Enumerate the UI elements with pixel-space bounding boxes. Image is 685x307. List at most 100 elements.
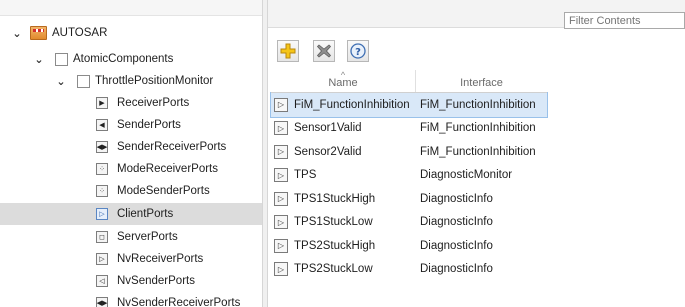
svg-text:?: ?	[355, 47, 361, 58]
tree-item-nvsenderreceiverports[interactable]: ◀▶ NvSenderReceiverPorts	[0, 292, 262, 307]
tree-item-label: NvReceiverPorts	[117, 253, 204, 265]
tree-node-atomic-components[interactable]: ⌄ AtomicComponents	[32, 48, 173, 70]
table-row[interactable]: ▷ FiM_FunctionInhibition FiM_FunctionInhib…	[270, 92, 548, 118]
tree-item-nvreceiverports[interactable]: ▷ NvReceiverPorts	[0, 248, 262, 270]
tree-item-label: NvSenderPorts	[117, 275, 195, 287]
port-interface: DiagnosticInfo	[420, 216, 493, 229]
nv-receiver-port-icon: ▷	[96, 253, 108, 265]
filter-contents-input[interactable]	[564, 12, 685, 29]
tree-node-throttle-position-monitor[interactable]: ⌄ ThrottlePositionMonitor	[54, 70, 213, 92]
table-row[interactable]: ▷ Sensor2Valid FiM_FunctionInhibition	[271, 140, 547, 164]
client-port-icon: ▷	[274, 238, 288, 253]
name-cell[interactable]: ▷ TPS	[271, 168, 416, 183]
interface-cell[interactable]: DiagnosticInfo	[416, 193, 547, 205]
port-name: Sensor2Valid	[294, 145, 362, 158]
server-port-icon: ◻	[96, 231, 108, 243]
name-cell[interactable]: ▷ TPS1StuckLow	[271, 215, 416, 230]
tree-node-autosar[interactable]: ⌄ AUTOSAR	[10, 22, 107, 44]
mode-sender-port-icon: ⁘	[96, 185, 108, 197]
name-cell[interactable]: ▷ TPS2StuckLow	[271, 262, 416, 277]
folder-icon	[55, 52, 68, 66]
column-header-name[interactable]: ^ Name	[271, 70, 416, 92]
port-interface: FiM_FunctionInhibition	[420, 145, 536, 158]
interface-cell[interactable]: FiM_FunctionInhibition	[416, 122, 547, 134]
delete-button[interactable]	[313, 40, 335, 62]
tree-item-label: ClientPorts	[117, 208, 174, 220]
nv-sender-receiver-port-icon: ◀▶	[96, 297, 108, 307]
port-name: FiM_FunctionInhibition	[294, 98, 410, 111]
tree-item-label: SenderReceiverPorts	[117, 141, 227, 153]
tree-item-receiverports[interactable]: ▶ ReceiverPorts	[0, 92, 262, 114]
port-interface: FiM_FunctionInhibition	[420, 122, 536, 135]
sender-port-icon: ◀	[96, 119, 108, 131]
table-row[interactable]: ▷ TPS1StuckHigh DiagnosticInfo	[271, 187, 547, 211]
tree-item-clientports[interactable]: ▷ ClientPorts	[0, 203, 262, 225]
port-interface: DiagnosticInfo	[420, 239, 493, 252]
interface-cell[interactable]: FiM_FunctionInhibition	[416, 99, 547, 111]
folder-icon	[77, 74, 90, 88]
tree-node-label: AUTOSAR	[52, 27, 108, 39]
chevron-down-icon[interactable]: ⌄	[54, 75, 68, 88]
nv-sender-port-icon: ◁	[96, 275, 108, 287]
tree-header-strip	[0, 0, 262, 16]
table-row[interactable]: ▷ TPS1StuckLow DiagnosticInfo	[271, 211, 547, 235]
client-port-icon: ▷	[274, 97, 288, 112]
tree-node-label: ThrottlePositionMonitor	[95, 75, 214, 87]
component-tree: ⌄ AUTOSAR ⌄ AtomicComponents ⌄ ThrottleP…	[0, 0, 262, 307]
name-cell[interactable]: ▷ FiM_FunctionInhibition	[271, 97, 416, 112]
interface-cell[interactable]: DiagnosticInfo	[416, 216, 547, 228]
chevron-down-icon[interactable]: ⌄	[32, 53, 46, 66]
add-icon	[280, 43, 296, 59]
interface-cell[interactable]: DiagnosticMonitor	[416, 169, 547, 181]
autosar-package-icon	[30, 26, 47, 40]
port-name: TPS2StuckHigh	[294, 239, 376, 252]
delete-icon	[316, 44, 332, 58]
mode-receiver-port-icon: ⁘	[96, 163, 108, 175]
table-row[interactable]: ▷ TPS DiagnosticMonitor	[271, 164, 547, 188]
tree-item-label: NvSenderReceiverPorts	[117, 297, 241, 307]
name-cell[interactable]: ▷ TPS2StuckHigh	[271, 238, 416, 253]
port-name: Sensor1Valid	[294, 122, 362, 135]
add-button[interactable]	[277, 40, 299, 62]
tree-item-senderreceiverports[interactable]: ◀▶ SenderReceiverPorts	[0, 136, 262, 158]
port-name: TPS2StuckLow	[294, 263, 373, 276]
client-port-icon: ▷	[274, 215, 288, 230]
table-row[interactable]: ▷ TPS2StuckHigh DiagnosticInfo	[271, 234, 547, 258]
filter-bar	[268, 0, 685, 29]
tree-item-senderports[interactable]: ◀ SenderPorts	[0, 114, 262, 136]
column-header-interface[interactable]: Interface	[416, 70, 547, 92]
client-port-icon: ▷	[274, 168, 288, 183]
tree-item-label: ServerPorts	[117, 231, 178, 243]
tree-item-label: SenderPorts	[117, 119, 181, 131]
name-cell[interactable]: ▷ TPS1StuckHigh	[271, 191, 416, 206]
client-port-icon: ▷	[274, 121, 288, 136]
tree-item-serverports[interactable]: ◻ ServerPorts	[0, 226, 262, 248]
column-header-label: Interface	[460, 77, 503, 89]
help-button[interactable]: ?	[347, 40, 369, 62]
interface-cell[interactable]: DiagnosticInfo	[416, 240, 547, 252]
tree-item-label: ModeReceiverPorts	[117, 163, 218, 175]
tree-item-modereceiverports[interactable]: ⁘ ModeReceiverPorts	[0, 158, 262, 180]
tree-item-modesenderports[interactable]: ⁘ ModeSenderPorts	[0, 180, 262, 202]
chevron-down-icon[interactable]: ⌄	[10, 27, 24, 40]
table-row[interactable]: ▷ Sensor1Valid FiM_FunctionInhibition	[271, 117, 547, 141]
port-name: TPS1StuckLow	[294, 216, 373, 229]
sender-receiver-port-icon: ◀▶	[96, 141, 108, 153]
interface-cell[interactable]: DiagnosticInfo	[416, 263, 547, 275]
interface-cell[interactable]: FiM_FunctionInhibition	[416, 146, 547, 158]
table-body: ▷ FiM_FunctionInhibition FiM_FunctionInhib…	[270, 92, 548, 282]
client-port-icon: ▷	[96, 208, 108, 220]
help-icon: ?	[350, 43, 366, 59]
table-row[interactable]: ▷ TPS2StuckLow DiagnosticInfo	[271, 258, 547, 282]
tree-item-nvsenderports[interactable]: ◁ NvSenderPorts	[0, 270, 262, 292]
port-interface: DiagnosticInfo	[420, 192, 493, 205]
ports-table: ^ Name Interface ▷ FiM_FunctionInhibition…	[270, 70, 548, 282]
port-interface: FiM_FunctionInhibition	[420, 98, 536, 111]
port-interface: DiagnosticInfo	[420, 263, 493, 276]
port-name: TPS	[294, 169, 317, 182]
name-cell[interactable]: ▷ Sensor2Valid	[271, 144, 416, 159]
client-port-icon: ▷	[274, 144, 288, 159]
contents-panel: ? ^ Name Interface ▷ FiM_FunctionInhibiti…	[268, 0, 685, 307]
name-cell[interactable]: ▷ Sensor1Valid	[271, 121, 416, 136]
port-interface: DiagnosticMonitor	[420, 169, 513, 182]
